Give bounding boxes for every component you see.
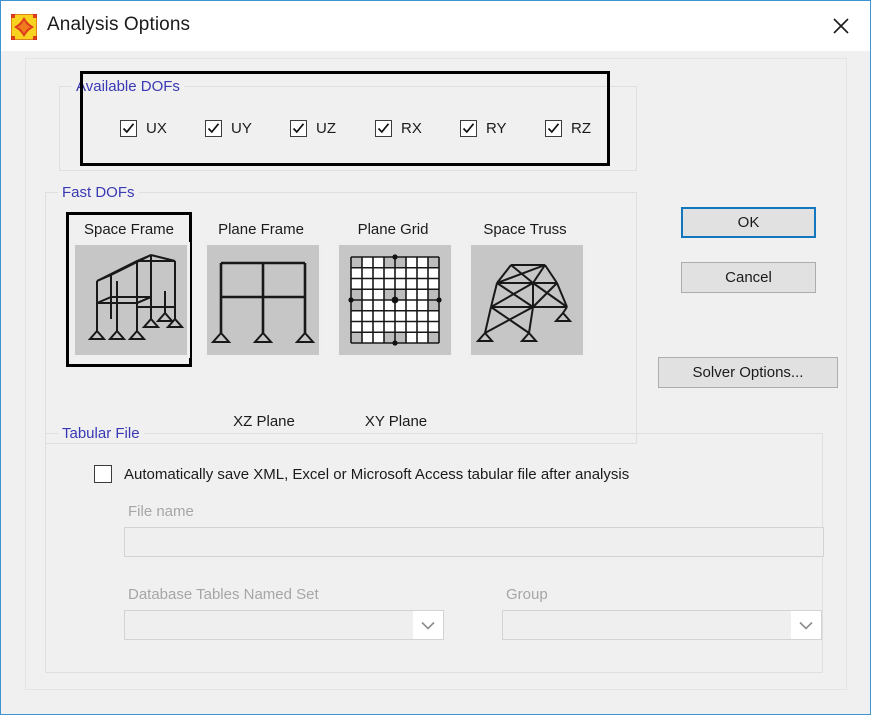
plane-grid-icon (336, 242, 454, 358)
checkbox-label: RY (486, 119, 507, 137)
tile-label: Space Truss (483, 221, 567, 238)
available-dofs-legend: Available DOFs (72, 78, 184, 95)
checkbox-ry[interactable]: RY (460, 115, 507, 141)
plane-frame-icon (204, 242, 322, 358)
fast-dof-tile-space-truss[interactable]: Space Truss (462, 212, 588, 367)
dof-checkbox-row: UX UY UZ RX RY RZ (60, 115, 636, 143)
chevron-down-icon (791, 611, 821, 639)
checkbox-checked-icon (290, 119, 307, 137)
available-dofs-group: Available DOFs UX UY UZ RX RY RZ (59, 78, 637, 171)
sap2000-star-icon (10, 13, 38, 41)
auto-save-tabular-checkbox[interactable]: Automatically save XML, Excel or Microso… (94, 465, 629, 483)
file-name-input[interactable] (124, 527, 824, 557)
tile-caption-xz-plane: XZ Plane (233, 413, 295, 430)
group-label: Group (506, 586, 548, 603)
checkbox-checked-icon (120, 119, 137, 137)
fast-dofs-legend: Fast DOFs (58, 184, 139, 201)
file-name-label: File name (128, 503, 194, 520)
close-icon[interactable] (812, 1, 870, 50)
checkbox-uz[interactable]: UZ (290, 115, 336, 141)
checkbox-checked-icon (375, 119, 392, 137)
checkbox-label: UX (146, 119, 167, 137)
fast-dof-tile-plane-frame[interactable]: Plane Frame XZ Plane (198, 212, 324, 430)
checkbox-rz[interactable]: RZ (545, 115, 591, 141)
tile-label: Space Frame (83, 221, 175, 238)
cancel-button[interactable]: Cancel (681, 262, 816, 293)
analysis-options-dialog: Analysis Options Available DOFs UX UY UZ… (0, 0, 871, 715)
title-bar: Analysis Options (1, 1, 870, 51)
tile-caption-xy-plane: XY Plane (364, 413, 428, 430)
chevron-down-icon (413, 611, 443, 639)
checkbox-ux[interactable]: UX (120, 115, 167, 141)
auto-save-tabular-label: Automatically save XML, Excel or Microso… (124, 465, 630, 483)
checkbox-uy[interactable]: UY (205, 115, 252, 141)
tabular-file-group: Tabular File Automatically save XML, Exc… (45, 425, 824, 673)
solver-options-button[interactable]: Solver Options... (658, 357, 838, 388)
tabular-file-legend: Tabular File (58, 425, 144, 442)
tile-label: Plane Grid (357, 221, 429, 238)
fast-dofs-group: Fast DOFs Space Frame Plane Frame XZ Pla… (45, 184, 637, 444)
checkbox-checked-icon (460, 119, 477, 137)
fast-dof-tile-space-frame[interactable]: Space Frame (66, 212, 192, 367)
fast-dof-tile-plane-grid[interactable]: Plane Grid XY Plane (330, 212, 456, 430)
checkbox-checked-icon (205, 119, 222, 137)
space-frame-icon (72, 242, 190, 358)
space-truss-icon (468, 242, 586, 358)
tile-label: Plane Frame (218, 221, 304, 238)
checkbox-unchecked-icon (94, 465, 112, 483)
checkbox-label: RX (401, 119, 422, 137)
group-dropdown[interactable] (502, 610, 822, 640)
checkbox-label: UY (231, 119, 252, 137)
dialog-body: Available DOFs UX UY UZ RX RY RZ Fast DO… (25, 58, 847, 690)
checkbox-label: RZ (571, 119, 591, 137)
checkbox-label: UZ (316, 119, 336, 137)
checkbox-checked-icon (545, 119, 562, 137)
window-title: Analysis Options (47, 14, 191, 35)
database-tables-named-set-label: Database Tables Named Set (128, 586, 319, 603)
ok-button[interactable]: OK (681, 207, 816, 238)
checkbox-rx[interactable]: RX (375, 115, 422, 141)
database-tables-named-set-dropdown[interactable] (124, 610, 444, 640)
